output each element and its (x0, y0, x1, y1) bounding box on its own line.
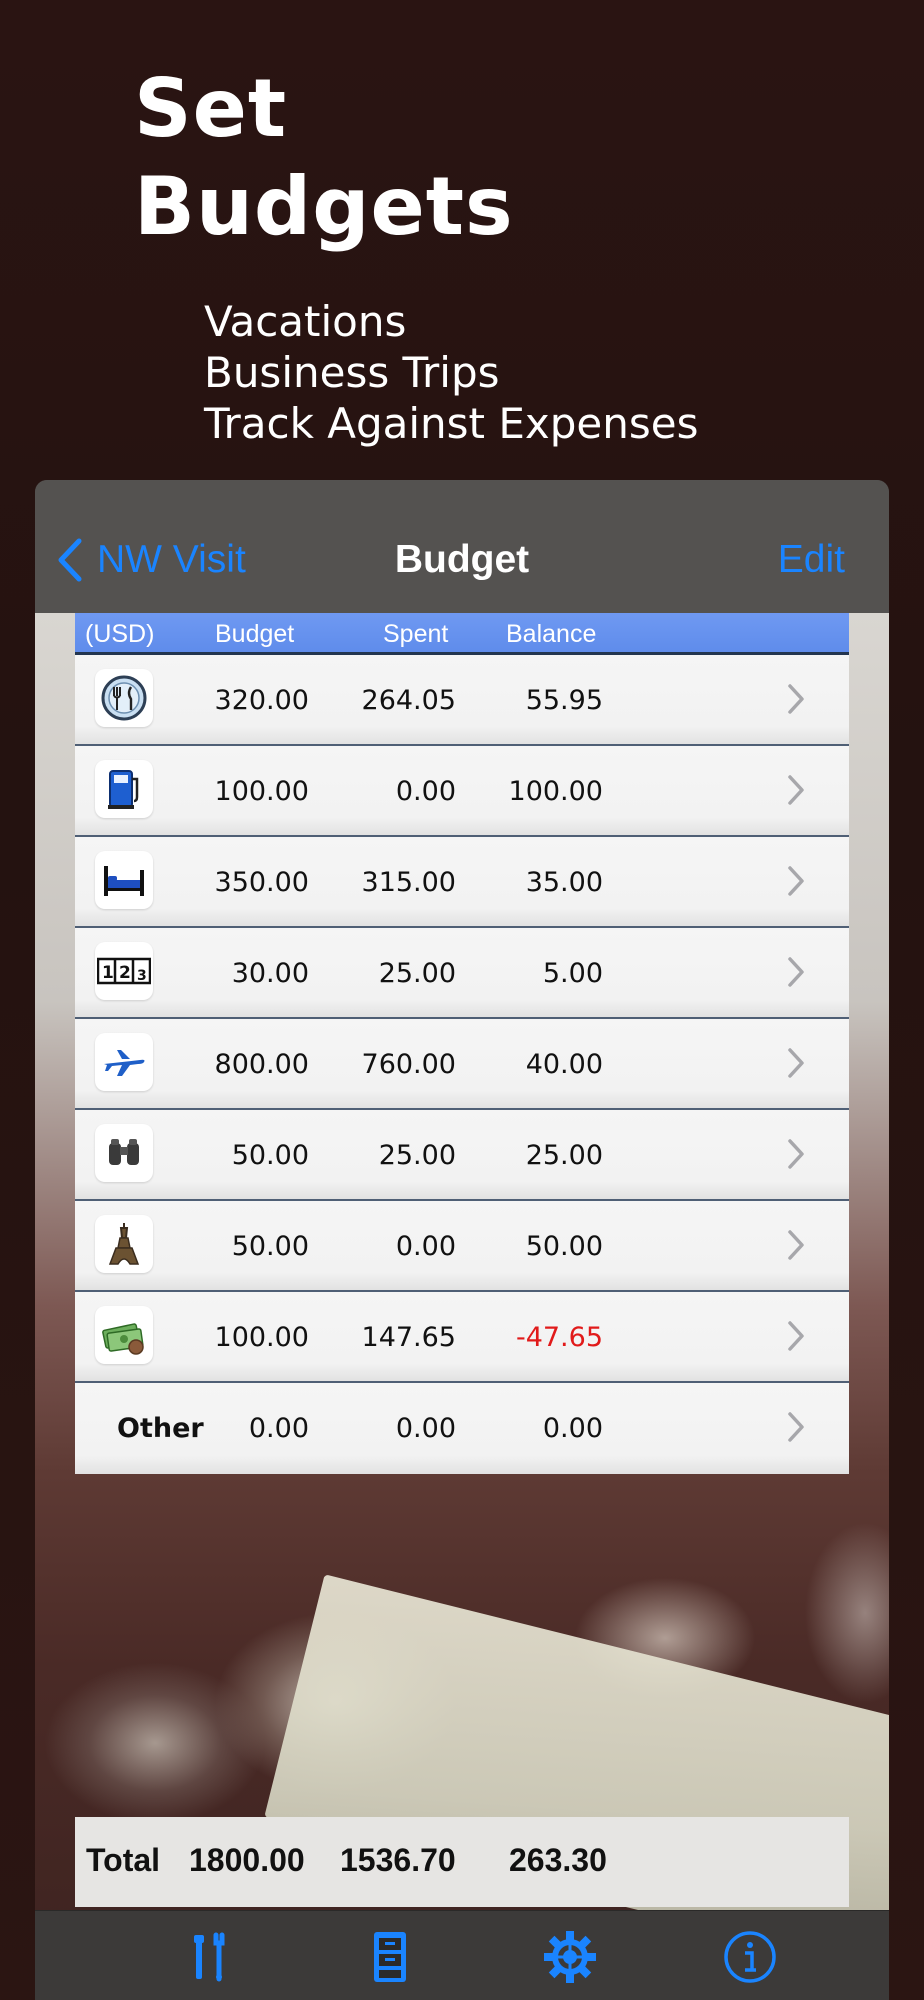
spent-value: 315.00 (361, 867, 456, 898)
chevron-right-icon (788, 1230, 804, 1260)
budget-value: 800.00 (214, 1049, 309, 1080)
promo-title-line2: Budgets (134, 160, 514, 253)
gear-icon (544, 1931, 596, 1983)
table-row[interactable]: 50.00 25.00 25.00 (75, 1110, 849, 1201)
navigation-bar: NW Visit Budget Edit (35, 480, 889, 613)
svg-text:3: 3 (137, 968, 147, 984)
edit-button[interactable]: Edit (778, 538, 845, 582)
chevron-right-icon (788, 1321, 804, 1351)
header-budget: Budget (215, 620, 295, 648)
table-row[interactable]: 320.00 264.05 55.95 (75, 655, 849, 746)
chevron-right-icon (788, 775, 804, 805)
budget-value: 100.00 (214, 776, 309, 807)
promo-title: Set Budgets (134, 60, 514, 256)
budget-table: (USD) Budget Spent Balance 320.00 264.05… (75, 613, 849, 1474)
binoculars-icon (95, 1124, 153, 1182)
budget-value: 350.00 (214, 867, 309, 898)
money-icon (95, 1306, 153, 1364)
balance-value: 55.95 (525, 685, 603, 716)
total-balance: 263.30 (509, 1842, 607, 1878)
bed-icon (95, 851, 153, 909)
table-row[interactable]: Other 0.00 0.00 0.00 (75, 1383, 849, 1474)
table-row[interactable]: 1 2 3 30.00 25.00 5.00 (75, 928, 849, 1019)
promo-bullet: Vacations (204, 297, 407, 346)
numbers-icon: 1 2 3 (95, 942, 153, 1000)
info-icon (724, 1931, 776, 1983)
balance-value: 35.00 (525, 867, 603, 898)
promo-bullet: Business Trips (204, 348, 500, 397)
promo-bullet: Track Against Expenses (204, 399, 699, 448)
budget-value: 0.00 (248, 1413, 309, 1444)
balance-value: 40.00 (525, 1049, 603, 1080)
spent-value: 25.00 (378, 958, 456, 989)
tab-settings[interactable] (540, 1927, 600, 1987)
spent-value: 147.65 (361, 1322, 456, 1353)
balance-value: 0.00 (542, 1413, 603, 1444)
table-row[interactable]: 100.00 147.65 -47.65 (75, 1292, 849, 1383)
svg-text:1: 1 (102, 963, 114, 983)
budget-value: 100.00 (214, 1322, 309, 1353)
chevron-right-icon (788, 684, 804, 714)
chevron-right-icon (788, 866, 804, 896)
airplane-icon (95, 1033, 153, 1091)
totals-bar: Total 1800.00 1536.70 263.30 (75, 1817, 849, 1907)
header-balance: Balance (506, 620, 597, 648)
budget-value: 320.00 (214, 685, 309, 716)
tab-files[interactable] (360, 1927, 420, 1987)
total-budget: 1800.00 (189, 1842, 305, 1878)
dining-icon (95, 669, 153, 727)
spent-value: 264.05 (361, 685, 456, 716)
tab-bar (35, 1910, 889, 2000)
table-row[interactable]: 50.00 0.00 50.00 (75, 1201, 849, 1292)
tab-info[interactable] (720, 1927, 780, 1987)
tab-tools[interactable] (180, 1927, 240, 1987)
svg-text:2: 2 (119, 963, 131, 983)
fuel-pump-icon (95, 760, 153, 818)
chevron-right-icon (788, 1139, 804, 1169)
header-spent: Spent (383, 620, 449, 648)
promo-bullets: Vacations Business Trips Track Against E… (204, 296, 698, 449)
spent-value: 25.00 (378, 1140, 456, 1171)
chevron-right-icon (788, 1048, 804, 1078)
phone-screen: NW Visit Budget Edit (USD) Budget Spent … (35, 480, 889, 2000)
chevron-right-icon (788, 957, 804, 987)
spent-value: 0.00 (395, 1413, 456, 1444)
spent-value: 0.00 (395, 1231, 456, 1262)
file-cabinet-icon (374, 1932, 406, 1982)
budget-value: 50.00 (231, 1140, 309, 1171)
row-label-other: Other (117, 1413, 204, 1444)
spent-value: 760.00 (361, 1049, 456, 1080)
balance-value: 5.00 (542, 958, 603, 989)
eiffel-tower-icon (95, 1215, 153, 1273)
balance-value: 50.00 (525, 1231, 603, 1262)
balance-value-negative: -47.65 (515, 1322, 603, 1353)
table-row[interactable]: 800.00 760.00 40.00 (75, 1019, 849, 1110)
total-label: Total (86, 1842, 161, 1878)
table-row[interactable]: 100.00 0.00 100.00 (75, 746, 849, 837)
balance-value: 25.00 (525, 1140, 603, 1171)
budget-value: 30.00 (231, 958, 309, 989)
budget-value: 50.00 (231, 1231, 309, 1262)
page-title: Budget (394, 538, 530, 581)
balance-value: 100.00 (508, 776, 603, 807)
header-currency: (USD) (85, 620, 155, 648)
chevron-right-icon (788, 1412, 804, 1442)
promo-title-line1: Set (134, 62, 288, 155)
table-header: (USD) Budget Spent Balance (75, 613, 849, 655)
table-row[interactable]: 350.00 315.00 35.00 (75, 837, 849, 928)
spent-value: 0.00 (395, 776, 456, 807)
total-spent: 1536.70 (340, 1842, 456, 1878)
tools-icon (194, 1932, 225, 1982)
